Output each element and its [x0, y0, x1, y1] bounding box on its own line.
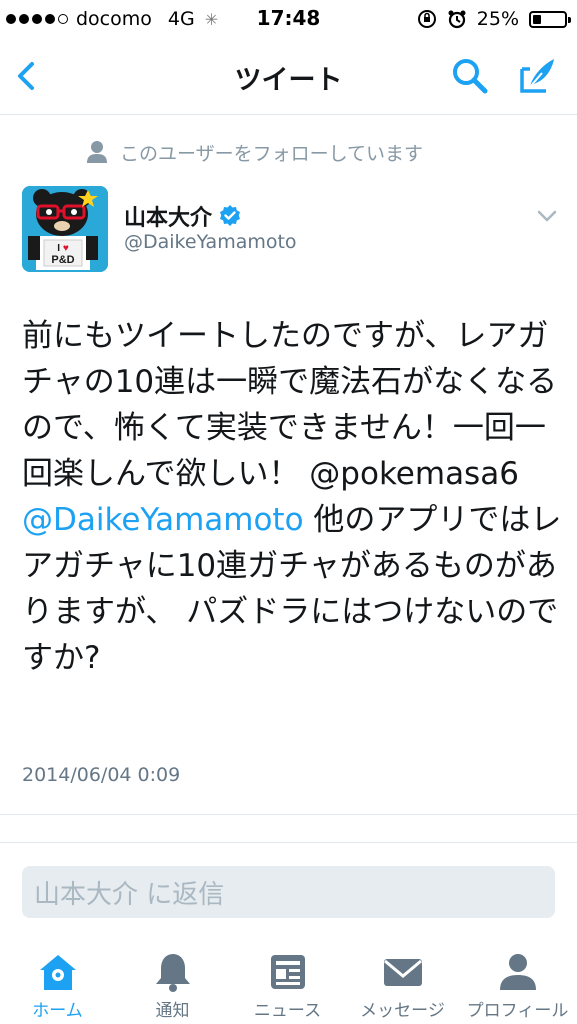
compose-tweet-icon[interactable] — [516, 55, 558, 97]
alarm-icon — [448, 10, 466, 29]
envelope-icon — [383, 959, 422, 986]
svg-text:I ♥: I ♥ — [57, 243, 69, 254]
tweet-text: 前にもツイートしたのですが、レアガチャの10連は一瞬で魔法石がなくなるので、怖く… — [22, 313, 562, 681]
follow-notice-text: このユーザーをフォローしています — [120, 142, 424, 165]
status-right: 25% — [417, 6, 571, 32]
tab-bar: ホーム 通知 ニュース メッセージ プロフィール — [0, 940, 577, 1024]
person-icon — [499, 954, 536, 990]
tab-label: ホーム — [32, 1001, 83, 1021]
page-title: ツイート — [234, 65, 343, 96]
tweet-timestamp: 2014/06/04 0:09 — [22, 764, 181, 786]
follow-notice: このユーザーをフォローしています — [86, 138, 423, 166]
tab-label: 通知 — [155, 1001, 190, 1021]
battery-percent: 25% — [476, 8, 519, 30]
search-icon[interactable] — [450, 56, 490, 96]
bell-icon — [155, 954, 190, 992]
reply-input[interactable]: 山本大介 に返信 — [22, 866, 555, 918]
battery-icon — [529, 10, 571, 28]
tab-label: ニュース — [253, 1001, 322, 1021]
divider — [0, 842, 577, 843]
tab-news[interactable]: ニュース — [230, 940, 345, 1024]
verified-badge-icon — [220, 205, 241, 226]
tweet-text-part-1: 前にもツイートしたのですが、レアガチャの10連は一瞬で魔法石がなくなるので、怖く… — [22, 318, 558, 492]
avatar[interactable]: I ♥ P&D — [22, 186, 108, 272]
tab-label: プロフィール — [466, 1001, 569, 1021]
home-icon — [39, 955, 76, 990]
tab-messages[interactable]: メッセージ — [345, 940, 460, 1024]
user-name[interactable]: 山本大介 — [124, 200, 212, 232]
divider — [0, 814, 577, 815]
orientation-lock-icon — [417, 10, 436, 28]
tab-home[interactable]: ホーム — [0, 940, 115, 1024]
status-bar: docomo 4G ✳ 17:48 25% — [0, 0, 577, 38]
news-icon — [270, 955, 305, 989]
svg-text:P&D: P&D — [51, 254, 74, 266]
tab-label: メッセージ — [360, 1001, 445, 1021]
person-icon — [87, 141, 107, 163]
user-handle[interactable]: @DaikeYamamoto — [124, 231, 297, 253]
tab-notifications[interactable]: 通知 — [115, 940, 230, 1024]
tab-profile[interactable]: プロフィール — [460, 940, 575, 1024]
navigation-bar: ツイート — [0, 38, 577, 115]
chevron-down-icon[interactable] — [536, 205, 558, 227]
mention-link[interactable]: @DaikeYamamoto — [22, 502, 304, 538]
user-name-row[interactable]: 山本大介 — [124, 200, 242, 232]
avatar-image: I ♥ P&D — [22, 186, 108, 272]
